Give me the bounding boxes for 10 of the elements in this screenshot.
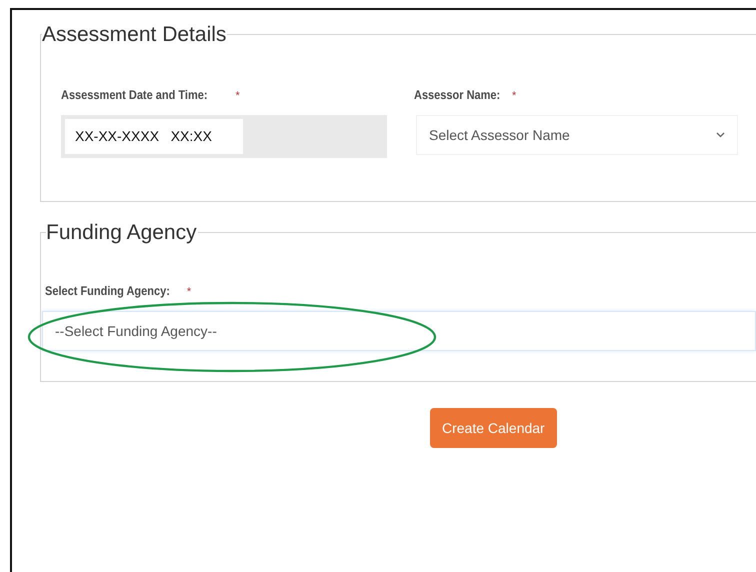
required-mark: * bbox=[512, 90, 516, 102]
date-time-field[interactable]: XX-XX-XXXX XX:XX bbox=[61, 115, 387, 158]
required-mark: * bbox=[236, 90, 240, 102]
field-label: Assessment Date and Time: bbox=[61, 87, 208, 104]
field-label: Assessor Name: bbox=[414, 87, 500, 104]
chevron-down-icon bbox=[716, 132, 725, 138]
field-label: Select Funding Agency: bbox=[45, 283, 170, 300]
required-mark: * bbox=[186, 286, 192, 298]
select-field[interactable]: --Select Funding Agency-- bbox=[42, 311, 756, 352]
select-field[interactable]: Select Assessor Name bbox=[416, 115, 738, 156]
